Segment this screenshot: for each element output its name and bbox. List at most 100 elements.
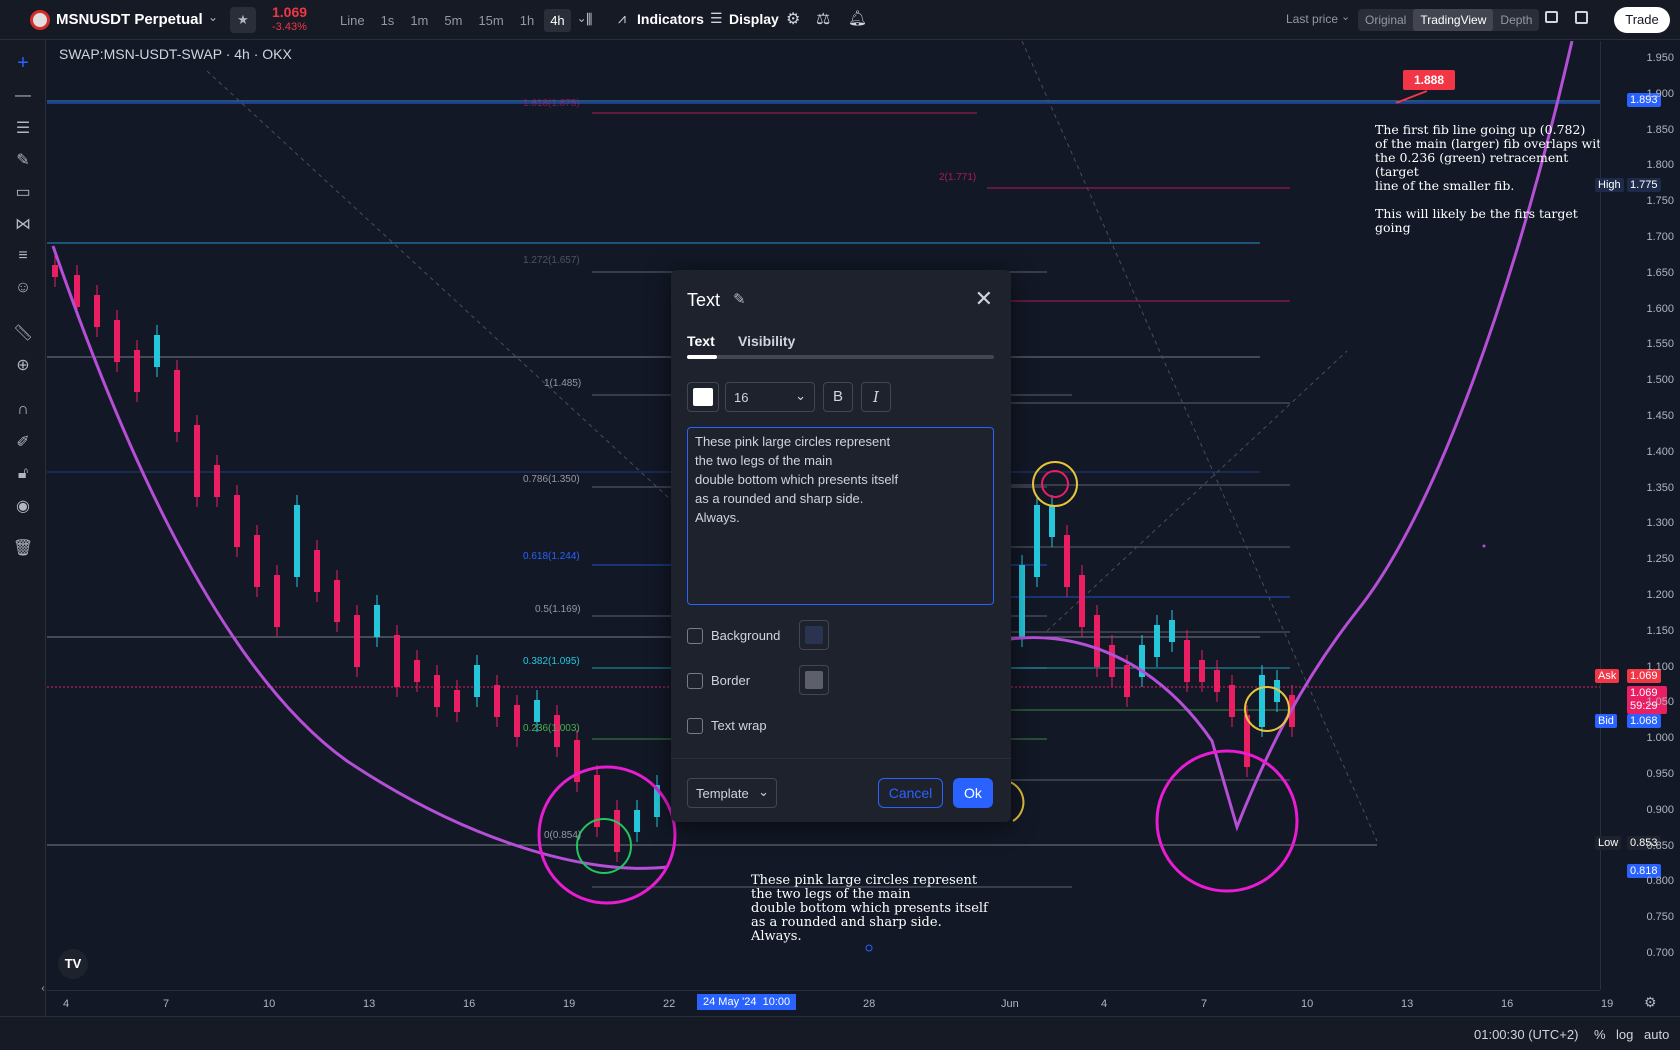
candle-body bbox=[1169, 620, 1175, 642]
alert-bell-icon[interactable]: 🔔︎ bbox=[848, 9, 867, 27]
log-toggle[interactable]: log bbox=[1616, 1027, 1633, 1042]
indicators-icon[interactable]: ⩘ bbox=[618, 10, 626, 27]
cancel-button[interactable]: Cancel bbox=[878, 778, 943, 808]
timeframe-line[interactable]: Line bbox=[334, 9, 371, 32]
forecast-icon[interactable]: ≡ bbox=[10, 243, 36, 269]
time-tick-label: 10 bbox=[263, 998, 276, 1010]
chevron-down-icon: ⌄ bbox=[758, 784, 769, 799]
emoji-icon[interactable]: ☺ bbox=[10, 275, 36, 301]
brush-icon[interactable]: ✎ bbox=[10, 147, 36, 173]
crosshair-icon[interactable]: + bbox=[10, 50, 36, 76]
timeframe-1m[interactable]: 1m bbox=[404, 9, 434, 32]
last-price-select[interactable]: Last price bbox=[1286, 12, 1338, 26]
tab-text[interactable]: Text bbox=[687, 333, 715, 349]
time-tick-label: 16 bbox=[463, 998, 476, 1010]
view-original[interactable]: Original bbox=[1358, 9, 1413, 31]
bold-toggle[interactable]: B bbox=[823, 382, 853, 412]
symbol-name[interactable]: MSNUSDT Perpetual bbox=[56, 11, 203, 28]
chevron-down-icon[interactable]: ⌄ bbox=[208, 10, 218, 24]
text-content-input[interactable] bbox=[687, 427, 994, 605]
price-tick-label: 1.050 bbox=[1646, 696, 1674, 709]
text-note-bottom[interactable]: These pink large circles represent the t… bbox=[751, 874, 1011, 944]
price-callout[interactable]: 1.888 bbox=[1403, 70, 1455, 90]
trade-button[interactable]: Trade bbox=[1614, 7, 1670, 33]
pattern-icon[interactable]: ⋈ bbox=[10, 211, 36, 237]
diagonal-trend-line-3 bbox=[1046, 350, 1348, 632]
settings-gear-icon[interactable]: ⚙ bbox=[786, 9, 800, 29]
bottom-bar: 01:00:30 (UTC+2) % log auto bbox=[0, 1016, 1680, 1050]
trend-line-icon[interactable]: — bbox=[10, 83, 36, 109]
zoom-in-icon[interactable]: ⊕ bbox=[10, 352, 36, 378]
time-tick-label: 4 bbox=[1101, 998, 1108, 1010]
timeframe-1s[interactable]: 1s bbox=[375, 9, 401, 32]
price-tick-label: 1.350 bbox=[1646, 481, 1674, 494]
lock-icon[interactable]: 🔓︎ bbox=[10, 461, 36, 487]
low-label-tag: Low bbox=[1595, 836, 1622, 850]
fib-retracement-icon[interactable]: ☰ bbox=[10, 115, 36, 141]
last-price-chevron-icon[interactable]: ⌄ bbox=[1341, 10, 1350, 23]
time-tick-label: 7 bbox=[163, 998, 170, 1010]
text-wrap-checkbox[interactable] bbox=[687, 718, 703, 734]
timeframe-1h[interactable]: 1h bbox=[514, 9, 540, 32]
trash-icon[interactable]: 🗑︎ bbox=[10, 535, 36, 561]
fib-label: 0.236(1.003) bbox=[523, 723, 580, 734]
ok-button[interactable]: Ok bbox=[953, 778, 993, 808]
diagonal-trend-line bbox=[206, 70, 738, 562]
background-color-swatch[interactable] bbox=[799, 620, 829, 650]
candle-body bbox=[1154, 625, 1160, 657]
price-tick-label: 1.400 bbox=[1646, 445, 1674, 458]
rename-pencil-icon[interactable]: ✎ bbox=[733, 290, 746, 308]
price-tick-label: 1.200 bbox=[1646, 589, 1674, 601]
tradingview-logo[interactable]: TV bbox=[58, 949, 88, 979]
draw-mode-icon[interactable]: ✐ bbox=[10, 429, 36, 455]
fib-label: 0.786(1.350) bbox=[523, 474, 580, 485]
price-tick-label: 1.900 bbox=[1646, 87, 1674, 100]
text-color-swatch[interactable] bbox=[687, 382, 719, 412]
yellow-circle-right bbox=[1244, 686, 1290, 732]
candle-body bbox=[1259, 675, 1265, 727]
candle-body bbox=[414, 660, 420, 682]
magnet-icon[interactable]: ∩ bbox=[10, 397, 36, 423]
price-axis[interactable]: 1.893 High 1.775 Ask 1.069 1.069 59:29 B… bbox=[1595, 41, 1680, 990]
high-price-tag: 1.775 bbox=[1627, 178, 1661, 192]
candle-body bbox=[614, 810, 620, 852]
view-tradingview[interactable]: TradingView bbox=[1413, 9, 1494, 31]
close-icon[interactable]: ✕ bbox=[975, 286, 993, 312]
percent-toggle[interactable]: % bbox=[1594, 1027, 1606, 1042]
time-axis[interactable]: 24 May '24 10:00 ⚙ 4 7 10 13 16 19 22 28 Jun 4 7 10… bbox=[47, 990, 1657, 1016]
auto-toggle[interactable]: auto bbox=[1644, 1027, 1669, 1042]
favorite-star-button[interactable]: ★ bbox=[230, 7, 256, 33]
font-size-select[interactable]: 16 ⌄ bbox=[725, 382, 815, 412]
view-depth[interactable]: Depth bbox=[1493, 9, 1539, 31]
time-tick-label: 13 bbox=[363, 998, 376, 1010]
italic-toggle[interactable]: I bbox=[861, 382, 891, 412]
visibility-eye-icon[interactable]: ◉ bbox=[10, 493, 36, 519]
candle-body bbox=[1199, 660, 1205, 682]
layout-square-icon[interactable] bbox=[1545, 11, 1558, 23]
display-button[interactable]: Display bbox=[729, 11, 779, 27]
timeframe-15m[interactable]: 15m bbox=[472, 9, 509, 32]
timeframe-5m[interactable]: 5m bbox=[438, 9, 468, 32]
double-bottom-right-circle bbox=[1155, 749, 1299, 893]
bid-label-tag: Bid bbox=[1595, 714, 1617, 728]
chart-type-icon[interactable]: ⫼ bbox=[586, 11, 592, 28]
annotation-icon[interactable]: ▭ bbox=[10, 179, 36, 205]
template-dropdown[interactable]: Template ⌄ bbox=[687, 778, 777, 808]
time-axis-settings-icon[interactable]: ⚙ bbox=[1644, 994, 1657, 1011]
indicators-button[interactable]: Indicators bbox=[637, 11, 704, 27]
utc-clock[interactable]: 01:00:30 (UTC+2) bbox=[1474, 1027, 1578, 1042]
timeframe-4h[interactable]: 4h bbox=[544, 9, 571, 32]
tab-visibility[interactable]: Visibility bbox=[738, 333, 795, 349]
fullscreen-icon[interactable] bbox=[1575, 11, 1588, 24]
price-tick-label: 1.250 bbox=[1646, 553, 1674, 566]
border-color-swatch[interactable] bbox=[799, 665, 829, 695]
price-tick-label: 1.000 bbox=[1646, 732, 1674, 745]
display-icon[interactable]: ☰ bbox=[710, 10, 723, 27]
border-checkbox[interactable] bbox=[687, 673, 703, 689]
text-note-right[interactable]: The first fib line going up (0.782) of t… bbox=[1375, 123, 1615, 235]
background-checkbox[interactable] bbox=[687, 628, 703, 644]
candle-body bbox=[1049, 505, 1055, 537]
ruler-icon[interactable]: 📏︎ bbox=[10, 320, 36, 346]
candle-body bbox=[74, 275, 80, 307]
compare-scale-icon[interactable]: ⚖ bbox=[816, 9, 830, 29]
